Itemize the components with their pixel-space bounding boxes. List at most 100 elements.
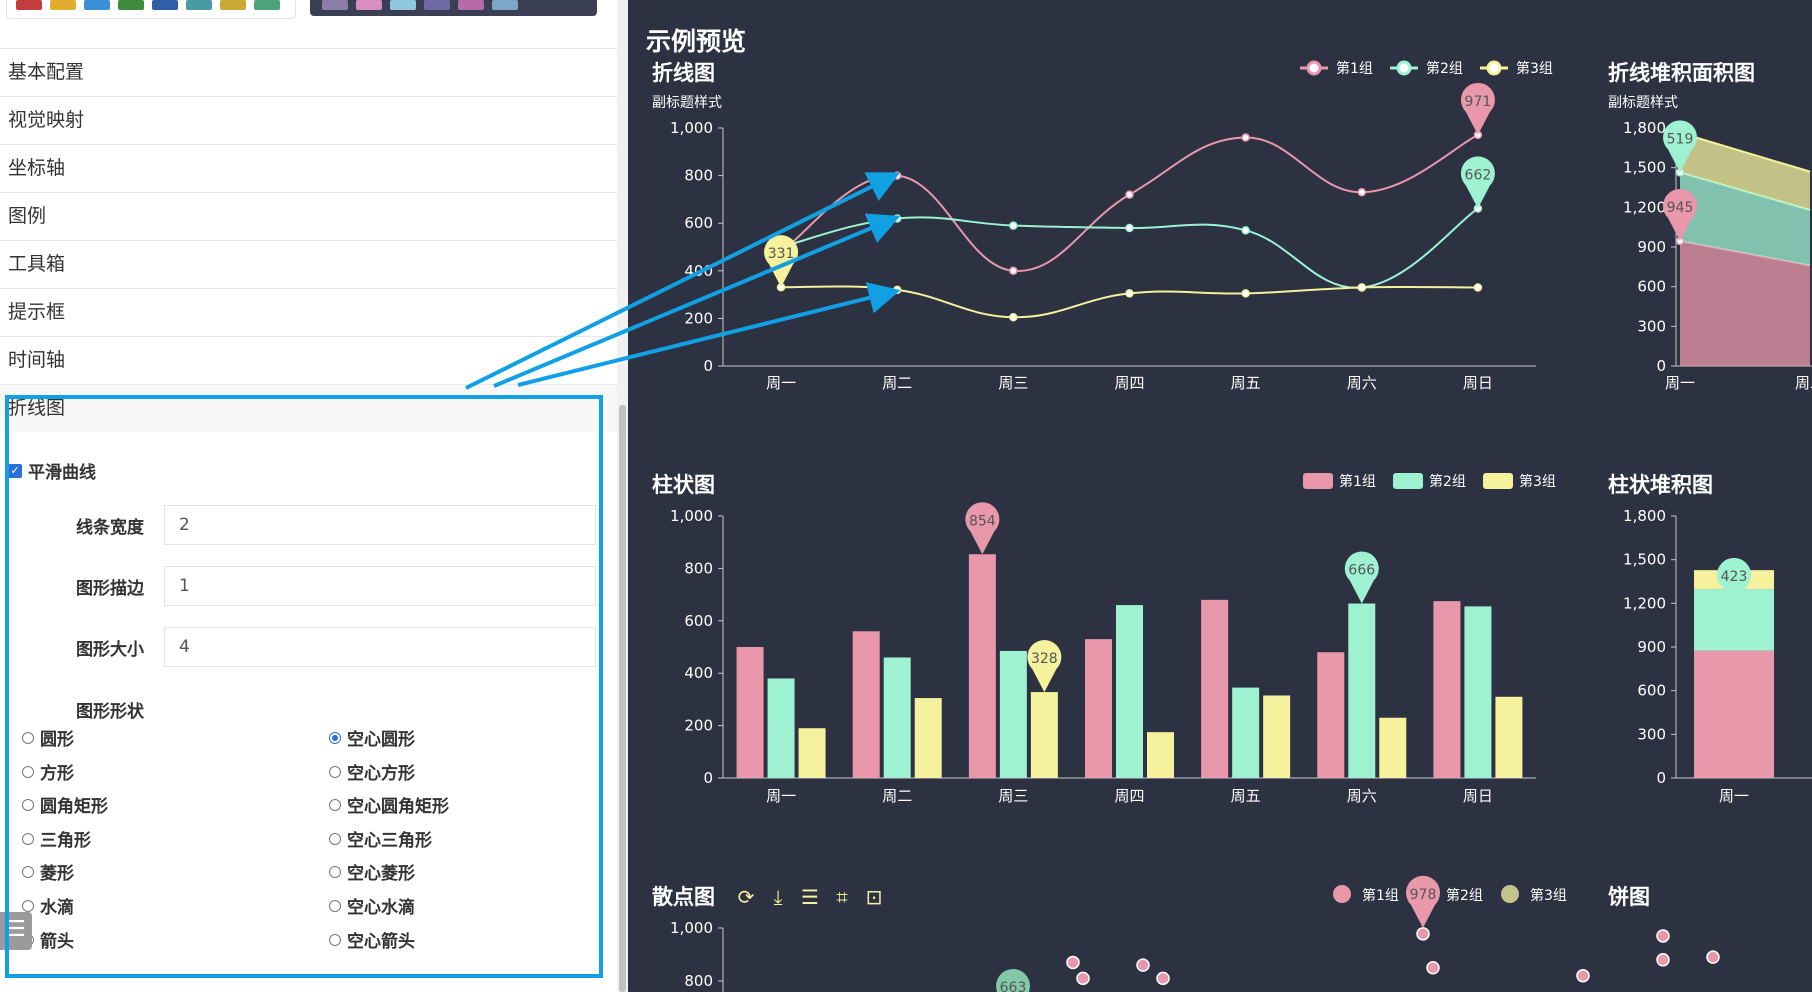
smooth-line-checkbox[interactable]: ✓ 平滑曲线 (8, 458, 96, 483)
bar-chart-y-tick: 0 (703, 769, 713, 787)
line-chart-x-tick: 周日 (1463, 374, 1493, 392)
section-legend[interactable]: 图例 (0, 192, 617, 239)
color-swatch[interactable] (186, 0, 212, 10)
line-chart-marker-label: 662 (1465, 167, 1492, 183)
section-visual-map[interactable]: 视觉映射 (0, 96, 617, 143)
menu-toggle-icon[interactable]: ☰ (0, 912, 32, 950)
line-chart-y-tick: 200 (684, 309, 713, 327)
pie-chart-title: 饼图 (1608, 885, 1650, 909)
bar-chart-marker: 328 (1027, 640, 1062, 693)
scatter-point (1656, 953, 1670, 967)
bar-series-1-bar (736, 647, 764, 778)
color-swatch[interactable] (424, 0, 450, 10)
radio-rect[interactable]: 方形 (22, 759, 74, 784)
line-chart-legend-symbol (1306, 60, 1322, 76)
stacked-bar-x-tick: 周一 (1719, 787, 1749, 805)
area-chart-subtitle: 副标题样式 (1608, 95, 1678, 111)
line-width-input[interactable]: 2 (164, 505, 596, 545)
section-timeline[interactable]: 时间轴 (0, 336, 617, 383)
checkbox-check-icon[interactable]: ✓ (8, 463, 22, 478)
color-swatch[interactable] (16, 0, 42, 10)
stacked-bar-y-tick: 1,200 (1623, 594, 1666, 612)
area-chart-y-tick: 900 (1637, 238, 1666, 256)
radio-empty-roundrect[interactable]: 空心圆角矩形 (329, 792, 449, 817)
line-chart-x-tick: 周三 (998, 374, 1028, 392)
line-point (1241, 289, 1250, 298)
bar-chart-legend-swatch (1483, 473, 1513, 489)
color-swatch[interactable] (322, 0, 348, 10)
scrollbar-thumb[interactable] (619, 405, 626, 992)
line-chart-y-tick: 1,000 (670, 119, 713, 137)
section-axis[interactable]: 坐标轴 (0, 144, 617, 191)
color-swatch[interactable] (390, 0, 416, 10)
symbol-stroke-input[interactable]: 1 (164, 566, 596, 606)
scatter-legend-dot (1333, 885, 1351, 903)
radio-empty-rect[interactable]: 空心方形 (329, 759, 415, 784)
bar-series-2-bar (1116, 605, 1143, 778)
radio-empty-diamond[interactable]: 空心菱形 (329, 859, 415, 884)
bar-chart-x-tick: 周六 (1347, 787, 1377, 805)
scatter-point (1076, 971, 1090, 986)
color-swatch[interactable] (492, 0, 518, 10)
line-point (892, 171, 902, 180)
line-chart-marker-label: 331 (768, 246, 795, 262)
color-swatch[interactable] (118, 0, 144, 10)
symbol-size-input[interactable]: 4 (164, 627, 596, 667)
bar-series-1-bar (852, 631, 880, 778)
radio-empty-arrow[interactable]: 空心箭头 (329, 927, 415, 952)
scatter-point (1426, 961, 1440, 975)
radio-diamond[interactable]: 菱形 (22, 859, 74, 884)
bar-chart-y-tick: 200 (684, 717, 713, 735)
color-swatch[interactable] (220, 0, 246, 10)
scatter-legend-label: 第1组 (1362, 887, 1399, 904)
line-chart-x-tick: 周一 (766, 374, 796, 392)
color-palette[interactable] (16, 0, 280, 14)
radio-circle[interactable]: 圆形 (22, 725, 74, 750)
line-chart-title: 折线图 (652, 61, 715, 85)
line-point (1009, 221, 1018, 230)
radio-empty-circle[interactable]: 空心圆形 (329, 725, 415, 750)
bar-chart-marker-label: 854 (969, 513, 996, 529)
section-tooltip[interactable]: 提示框 (0, 288, 617, 335)
line-series-1 (780, 134, 1479, 272)
bar-series-2-bar (767, 678, 795, 778)
line-chart-y-tick: 0 (703, 357, 713, 375)
stacked-bar-y-tick: 300 (1637, 725, 1666, 743)
color-swatch[interactable] (152, 0, 178, 10)
line-chart-y-tick: 800 (684, 167, 713, 185)
section-toolbox[interactable]: 工具箱 (0, 240, 617, 287)
scatter-marker: 978 (1406, 875, 1440, 928)
area-chart-marker-label: 519 (1667, 131, 1694, 147)
bar-chart-legend-swatch (1303, 473, 1333, 489)
area-chart-marker-label: 945 (1667, 200, 1694, 216)
radio-triangle[interactable]: 三角形 (22, 826, 91, 851)
line-chart-legend-label: 第3组 (1516, 60, 1553, 77)
line-chart-legend-label: 第1组 (1336, 60, 1373, 77)
color-swatch[interactable] (254, 0, 280, 10)
radio-empty-triangle[interactable]: 空心三角形 (329, 826, 432, 851)
radio-empty-pin[interactable]: 空心水滴 (329, 893, 415, 918)
bar-series-3-bar (1147, 732, 1174, 778)
line-chart-x-tick: 周二 (882, 374, 912, 392)
bar-series-3-bar (1263, 695, 1291, 778)
line-chart-y-tick: 600 (684, 214, 713, 232)
color-swatch[interactable] (356, 0, 382, 10)
scatter-marker-label: 978 (1410, 887, 1437, 903)
stacked-bar-y-tick: 1,800 (1623, 507, 1666, 525)
line-chart-marker: 971 (1460, 82, 1495, 135)
color-swatch[interactable] (50, 0, 76, 10)
line-chart-legend-symbol (1396, 60, 1412, 76)
section-basic-config[interactable]: 基本配置 (0, 48, 617, 95)
radio-roundrect[interactable]: 圆角矩形 (22, 792, 108, 817)
section-line-chart[interactable]: 折线图 (0, 384, 617, 432)
symbol-size-label: 图形大小 (76, 640, 144, 660)
color-swatch[interactable] (84, 0, 110, 10)
color-swatch[interactable] (458, 0, 484, 10)
stacked-bar-y-tick: 900 (1637, 638, 1666, 656)
stacked-bar-y-tick: 600 (1637, 682, 1666, 700)
scatter-point (1066, 955, 1080, 970)
bar-chart-legend-swatch (1393, 473, 1423, 489)
theme-palette[interactable] (310, 0, 597, 16)
line-point (1357, 283, 1367, 292)
bar-chart-marker-label: 328 (1031, 651, 1058, 667)
